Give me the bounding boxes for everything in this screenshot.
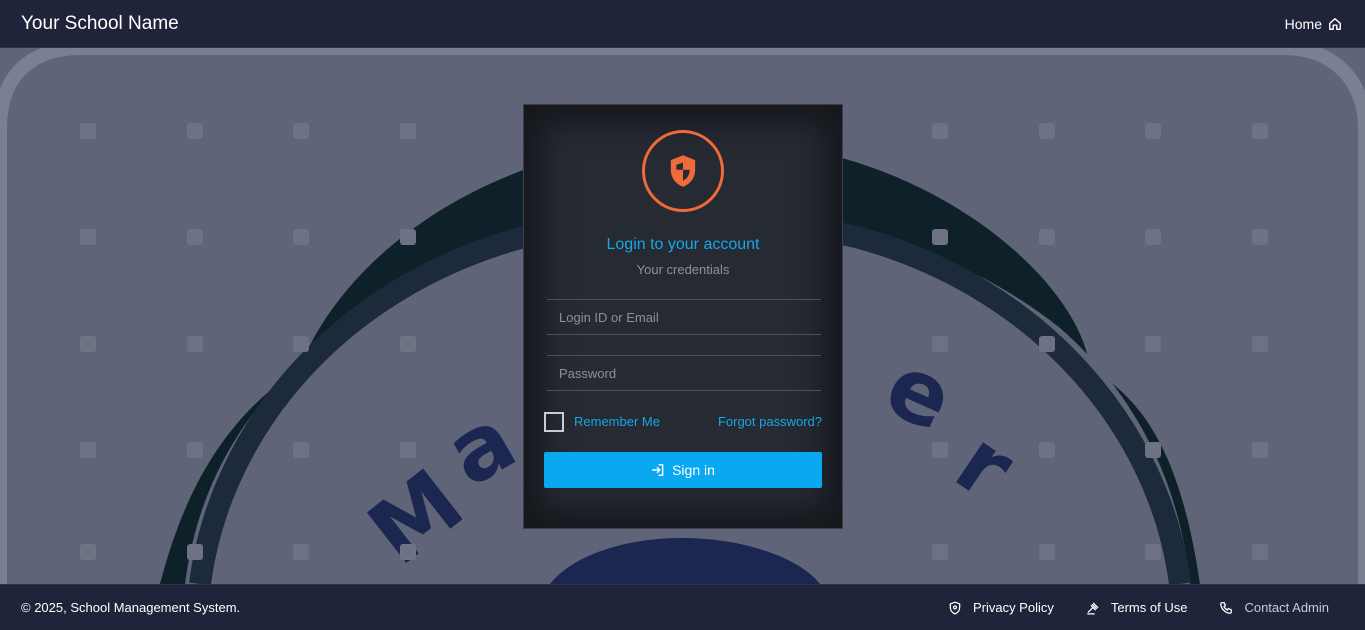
security-logo [642,130,724,212]
footer-links: Privacy Policy Terms of Use Contact Admi… [948,600,1344,615]
home-icon [1329,17,1341,30]
terms-of-use-label: Terms of Use [1110,600,1188,615]
contact-admin-label: Contact Admin [1244,600,1329,615]
copyright-text: © 2025, School Management System. [21,600,241,615]
sign-in-button[interactable]: Sign in [544,452,822,488]
remember-me-label[interactable]: Remember Me [574,414,660,429]
sign-in-icon [652,464,664,476]
login-title: Login to your account [606,236,760,253]
forgot-password-link[interactable]: Forgot password? [718,414,822,429]
login-card: Login to your account Your credentials R… [523,104,843,529]
top-navbar: Your School Name Home [0,0,1365,48]
gavel-icon [1086,602,1099,614]
privacy-policy-link[interactable]: Privacy Policy [948,600,1054,615]
shield-icon [670,155,696,187]
school-name[interactable]: Your School Name [21,13,179,35]
contact-admin-link[interactable]: Contact Admin [1219,600,1329,615]
login-id-input[interactable] [547,299,821,335]
privacy-policy-label: Privacy Policy [972,600,1054,615]
phone-icon [1220,601,1233,614]
home-label: Home [1284,15,1322,32]
password-input[interactable] [547,355,821,391]
login-subtitle: Your credentials [636,262,730,277]
footer: © 2025, School Management System. Privac… [0,584,1365,630]
home-link[interactable]: Home [1285,16,1344,32]
sign-in-label: Sign in [672,462,715,478]
remember-me-checkbox[interactable] [544,412,564,432]
terms-of-use-link[interactable]: Terms of Use [1086,600,1188,615]
shield-icon [949,601,961,614]
